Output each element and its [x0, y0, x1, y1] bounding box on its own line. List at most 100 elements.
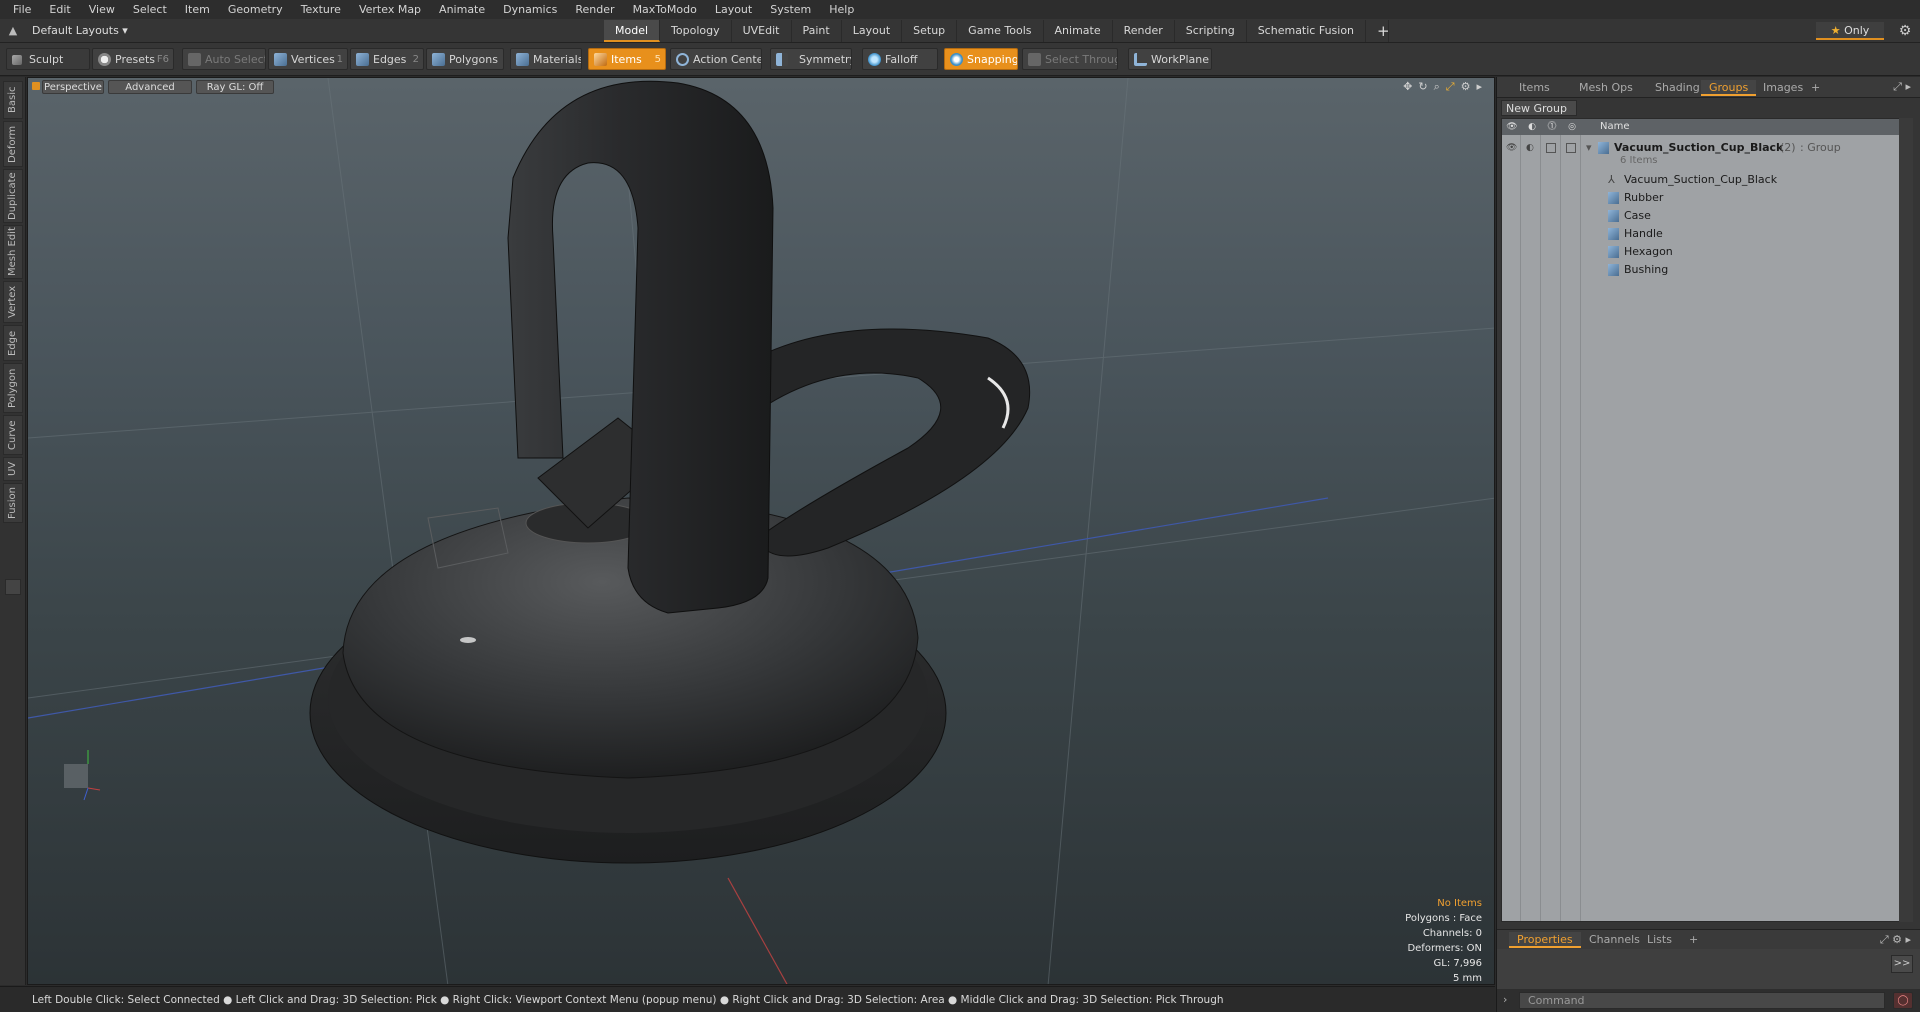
menu-help[interactable]: Help — [820, 0, 863, 19]
menu-item[interactable]: Item — [176, 0, 219, 19]
left-tab-polygon[interactable]: Polygon — [3, 363, 23, 413]
menu-system[interactable]: System — [761, 0, 820, 19]
left-strip-toggle[interactable] — [5, 579, 21, 595]
rotate-icon[interactable]: ↻ — [1418, 80, 1427, 94]
menu-dynamics[interactable]: Dynamics — [494, 0, 566, 19]
menu-layout[interactable]: Layout — [706, 0, 761, 19]
perspective-button[interactable]: Perspective — [42, 80, 104, 94]
tab-animate[interactable]: Animate — [1044, 20, 1113, 42]
groups-scrollbar[interactable] — [1899, 118, 1913, 922]
tab-lists[interactable]: Lists — [1639, 932, 1680, 948]
menu-maxtomodo[interactable]: MaxToModo — [624, 0, 706, 19]
materials-button[interactable]: Materials — [510, 48, 582, 70]
layout-collapse-icon[interactable]: ▲ — [6, 24, 20, 38]
polygons-button[interactable]: Polygons — [426, 48, 504, 70]
tab-layout[interactable]: Layout — [842, 20, 903, 42]
list-item[interactable]: Handle — [1502, 225, 1900, 243]
snapping-button[interactable]: Snapping — [944, 48, 1018, 70]
left-tab-basic[interactable]: Basic — [3, 81, 23, 119]
name-column-header[interactable]: Name — [1600, 119, 1630, 135]
raygl-button[interactable]: Ray GL: Off — [196, 80, 274, 94]
tab-topology[interactable]: Topology — [660, 20, 732, 42]
tab-paint[interactable]: Paint — [792, 20, 842, 42]
add-panel-tab-button[interactable]: + — [1803, 80, 1828, 96]
advanced-button[interactable]: Advanced — [108, 80, 192, 94]
move-icon[interactable]: ✥ — [1403, 80, 1412, 94]
menu-geometry[interactable]: Geometry — [219, 0, 292, 19]
action-center-button[interactable]: Action Center — [670, 48, 762, 70]
lock-column-icon[interactable]: ⓵ — [1546, 121, 1558, 133]
list-item[interactable]: ⅄ Vacuum_Suction_Cup_Black — [1502, 171, 1900, 189]
tab-items[interactable]: Items — [1511, 80, 1558, 96]
list-item[interactable]: Case — [1502, 207, 1900, 225]
tab-scripting[interactable]: Scripting — [1175, 20, 1247, 42]
presets-button[interactable]: Presets F6 — [92, 48, 174, 70]
select-toggle[interactable] — [1566, 143, 1576, 153]
tab-channels[interactable]: Channels — [1581, 932, 1648, 948]
menu-edit[interactable]: Edit — [40, 0, 79, 19]
menu-animate[interactable]: Animate — [430, 0, 494, 19]
panel-expand-icon[interactable]: ⤢ ▸ — [1893, 80, 1911, 94]
edges-button[interactable]: Edges 2 — [350, 48, 424, 70]
menu-render[interactable]: Render — [566, 0, 623, 19]
sculpt-button[interactable]: Sculpt — [6, 48, 90, 70]
viewport-gear-icon[interactable]: ⚙ — [1461, 80, 1471, 94]
tab-groups[interactable]: Groups — [1701, 80, 1757, 96]
command-arrow-icon[interactable]: › — [1503, 993, 1507, 1006]
render-icon[interactable]: ◐ — [1526, 143, 1536, 153]
render-column-icon[interactable]: ◐ — [1526, 121, 1538, 133]
group-row[interactable]: 👁 ◐ ▾ Vacuum_Suction_Cup_Black (2) : Gro… — [1502, 139, 1900, 169]
left-tab-vertex[interactable]: Vertex — [3, 281, 23, 323]
viewport-menu-icon[interactable] — [32, 82, 40, 90]
command-record-button[interactable]: ◯ — [1893, 992, 1913, 1009]
command-input[interactable]: Command — [1519, 992, 1885, 1009]
list-item[interactable]: Hexagon — [1502, 243, 1900, 261]
only-button[interactable]: ★ Only — [1816, 22, 1884, 40]
collapse-arrow-icon[interactable]: ▾ — [1586, 139, 1592, 157]
tab-uvedit[interactable]: UVEdit — [732, 20, 792, 42]
lock-toggle[interactable] — [1546, 143, 1556, 153]
left-tab-deform[interactable]: Deform — [3, 121, 23, 167]
tab-mesh-ops[interactable]: Mesh Ops — [1571, 80, 1641, 96]
menu-select[interactable]: Select — [124, 0, 176, 19]
visibility-column-icon[interactable]: 👁 — [1506, 121, 1518, 133]
items-button[interactable]: Items 5 — [588, 48, 666, 70]
3d-viewport[interactable]: Perspective Advanced Ray GL: Off ✥ ↻ ⌕ ⤢… — [27, 77, 1495, 985]
add-properties-tab-button[interactable]: + — [1681, 932, 1706, 948]
expand-arrow-icon[interactable]: ▸ — [1476, 80, 1482, 94]
list-item[interactable]: Bushing — [1502, 261, 1900, 279]
left-tab-uv[interactable]: UV — [3, 457, 23, 481]
left-tab-duplicate[interactable]: Duplicate — [3, 169, 23, 223]
add-tab-button[interactable]: + — [1366, 20, 1390, 42]
menu-texture[interactable]: Texture — [292, 0, 350, 19]
left-tab-mesh-edit[interactable]: Mesh Edit — [3, 225, 23, 279]
tab-schematic-fusion[interactable]: Schematic Fusion — [1247, 20, 1367, 42]
new-group-button[interactable]: New Group — [1501, 100, 1577, 116]
auto-select-button[interactable]: Auto Select — [182, 48, 266, 70]
falloff-button[interactable]: Falloff — [862, 48, 938, 70]
tab-setup[interactable]: Setup — [902, 20, 958, 42]
tab-properties[interactable]: Properties — [1509, 932, 1581, 948]
symmetry-button[interactable]: Symmetry — [770, 48, 852, 70]
workplane-button[interactable]: WorkPlane — [1128, 48, 1212, 70]
tab-shading[interactable]: Shading — [1647, 80, 1708, 96]
select-through-button[interactable]: Select Through — [1022, 48, 1118, 70]
properties-expand-icon[interactable]: ⤢ ⚙ ▸ — [1880, 933, 1911, 947]
gear-icon[interactable]: ⚙ — [1896, 22, 1914, 40]
select-column-icon[interactable]: ◎ — [1566, 121, 1578, 133]
left-tab-fusion[interactable]: Fusion — [3, 483, 23, 523]
left-tab-edge[interactable]: Edge — [3, 325, 23, 361]
vertices-button[interactable]: Vertices 1 — [268, 48, 348, 70]
tab-model[interactable]: Model — [604, 20, 661, 42]
fit-icon[interactable]: ⤢ — [1446, 80, 1455, 94]
properties-expand-button[interactable]: >> — [1891, 955, 1913, 973]
left-tab-curve[interactable]: Curve — [3, 415, 23, 455]
menu-vertex-map[interactable]: Vertex Map — [350, 0, 430, 19]
eye-icon[interactable]: 👁 — [1506, 143, 1517, 153]
menu-view[interactable]: View — [80, 0, 124, 19]
tab-game-tools[interactable]: Game Tools — [957, 20, 1044, 42]
layout-dropdown[interactable]: Default Layouts ▾ — [32, 22, 128, 40]
zoom-icon[interactable]: ⌕ — [1434, 80, 1440, 94]
tab-render[interactable]: Render — [1113, 20, 1175, 42]
list-item[interactable]: Rubber — [1502, 189, 1900, 207]
